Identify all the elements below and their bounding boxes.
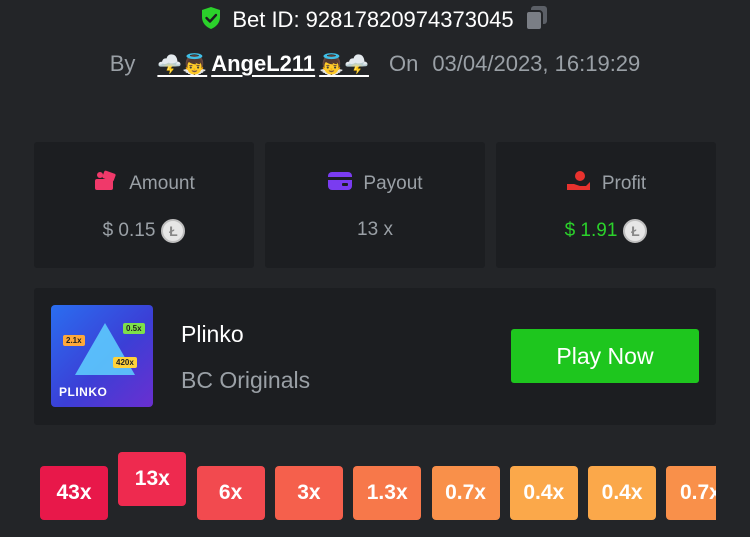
user-emoji-left: 🌩️👼 xyxy=(157,53,208,76)
thumb-tag: 2.1x xyxy=(63,335,85,346)
multiplier-strip: 43x 13x 6x 3x 1.3x 0.7x 0.4x 0.4x 0.7x xyxy=(0,440,716,537)
game-name: Plinko xyxy=(181,321,244,347)
shield-check-icon xyxy=(200,6,222,35)
payout-card: Payout 13 x xyxy=(265,142,485,268)
user-emoji-right: 👼🌩️ xyxy=(319,53,369,76)
play-now-button[interactable]: Play Now xyxy=(511,329,699,383)
amount-card: Amount $ 0.15 Ł xyxy=(34,142,254,268)
copy-icon[interactable] xyxy=(524,4,550,37)
bet-owner-row: By 🌩️👼 AngeL211 👼🌩️ On 03/04/2023, 16:19… xyxy=(0,48,750,80)
user-name-link[interactable]: 🌩️👼 AngeL211 👼🌩️ xyxy=(157,51,369,77)
bet-id-label: Bet ID: 92817820974373045 xyxy=(232,7,514,32)
multiplier-slot: 43x xyxy=(40,466,108,520)
amount-icon xyxy=(93,170,119,198)
user-name: AngeL211 xyxy=(211,51,316,76)
multiplier-slot: 0.7x xyxy=(666,466,716,520)
on-label: On xyxy=(388,51,419,76)
multiplier-slot: 6x xyxy=(196,466,265,520)
litecoin-icon: Ł xyxy=(623,219,648,243)
multiplier-slot: 0.4x xyxy=(588,466,657,520)
multiplier-slot: 0.4x xyxy=(509,466,578,520)
game-card: 2.1x 0.5x 420x PLINKO Plinko BC Original… xyxy=(34,288,716,425)
profit-label: Profit xyxy=(601,173,647,194)
payout-value: 13 x xyxy=(357,219,393,240)
payout-label: Payout xyxy=(363,173,423,194)
thumb-title: PLINKO xyxy=(59,385,108,399)
hand-coin-icon xyxy=(566,170,592,198)
litecoin-icon: Ł xyxy=(161,219,186,243)
plinko-thumbnail[interactable]: 2.1x 0.5x 420x PLINKO xyxy=(51,305,153,407)
thumb-tag: 0.5x xyxy=(123,323,145,334)
profit-value: $ 1.91 xyxy=(564,220,618,241)
thumb-tag: 420x xyxy=(113,357,137,368)
amount-label: Amount xyxy=(129,173,195,194)
amount-value: $ 0.15 xyxy=(102,220,156,241)
multiplier-slot: 3x xyxy=(274,466,343,520)
multiplier-slot: 13x xyxy=(118,452,187,506)
by-label: By xyxy=(109,51,136,76)
game-provider: BC Originals xyxy=(181,367,311,393)
bet-id-row: Bet ID: 92817820974373045 xyxy=(0,5,750,35)
multiplier-slot: 1.3x xyxy=(353,466,422,520)
multiplier-slot: 0.7x xyxy=(431,466,500,520)
bet-datetime: 03/04/2023, 16:19:29 xyxy=(432,51,641,76)
profit-card: Profit $ 1.91 Ł xyxy=(496,142,716,268)
wallet-icon xyxy=(327,170,353,198)
